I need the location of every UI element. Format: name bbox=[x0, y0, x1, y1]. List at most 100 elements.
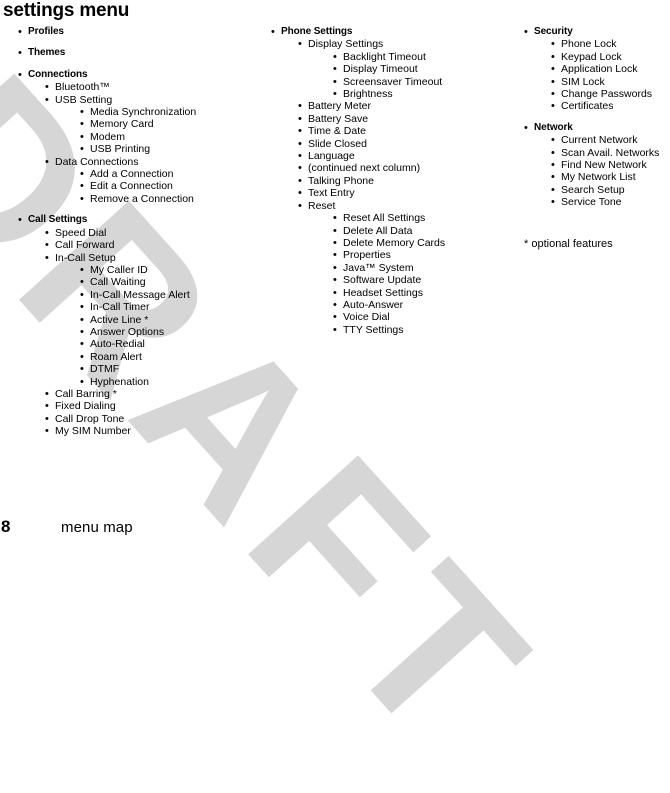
menu-item-label: Language bbox=[308, 150, 355, 163]
menu-item-label: My SIM Number bbox=[55, 425, 131, 438]
menu-item: • Language bbox=[268, 150, 500, 162]
menu-item: • Service Tone bbox=[521, 196, 670, 208]
bullet-icon: • bbox=[298, 125, 302, 138]
menu-item-label: Data Connections bbox=[55, 155, 139, 168]
menu-item-label: My Caller ID bbox=[90, 263, 148, 276]
menu-item-label: Fixed Dialing bbox=[55, 400, 116, 413]
menu-item: • SIM Lock bbox=[521, 76, 670, 88]
bullet-icon: • bbox=[45, 425, 49, 438]
page-title: settings menu bbox=[3, 0, 130, 21]
menu-item: • In-Call Message Alert bbox=[0, 289, 268, 301]
menu-item-label: (continued next column) bbox=[308, 162, 421, 175]
footer-page-number: 8 bbox=[1, 517, 11, 536]
bullet-icon: • bbox=[333, 212, 337, 225]
bullet-icon: • bbox=[551, 146, 555, 159]
menu-item: • TTY Settings bbox=[268, 324, 500, 336]
menu-item: • (continued next column) bbox=[268, 162, 500, 174]
menu-item-label: Screensaver Timeout bbox=[343, 75, 443, 88]
menu-item: • Battery Save bbox=[268, 113, 500, 125]
bullet-icon: • bbox=[333, 63, 337, 76]
bullet-icon: • bbox=[333, 261, 337, 274]
menu-item-label: Backlight Timeout bbox=[343, 50, 426, 63]
menu-item-label: Reset All Settings bbox=[343, 212, 426, 225]
menu-item-label: Java™ System bbox=[343, 261, 414, 274]
menu-item: • Keypad Lock bbox=[521, 51, 670, 63]
menu-item: • Auto-Answer bbox=[268, 299, 500, 311]
menu-item: • Phone Lock bbox=[521, 38, 670, 50]
bullet-icon: • bbox=[80, 106, 84, 119]
menu-item: • Certificates bbox=[521, 100, 670, 112]
menu-item: • USB Printing bbox=[0, 143, 268, 155]
bullet-icon: • bbox=[18, 214, 22, 227]
menu-item-label: Display Timeout bbox=[343, 63, 418, 76]
menu-item-label: Hyphenation bbox=[90, 375, 149, 388]
menu-item-label: Properties bbox=[343, 249, 391, 262]
menu-item: • Reset bbox=[268, 200, 500, 212]
bullet-icon: • bbox=[551, 75, 555, 88]
bullet-icon: • bbox=[45, 93, 49, 106]
bullet-icon: • bbox=[80, 263, 84, 276]
menu-item: • My Network List bbox=[521, 171, 670, 183]
menu-group-label: Themes bbox=[28, 47, 66, 59]
menu-item: • Memory Card bbox=[0, 118, 268, 130]
menu-item-label: Keypad Lock bbox=[561, 50, 622, 63]
bullet-icon: • bbox=[45, 251, 49, 264]
menu-item-label: In-Call Setup bbox=[55, 251, 116, 264]
menu-item: • Current Network bbox=[521, 134, 670, 146]
bullet-icon: • bbox=[18, 47, 22, 60]
bullet-icon: • bbox=[333, 224, 337, 237]
menu-item: • In-Call Timer bbox=[0, 301, 268, 313]
menu-group-label: Network bbox=[534, 121, 573, 133]
bullet-icon: • bbox=[80, 363, 84, 376]
menu-item-label: Talking Phone bbox=[308, 174, 374, 187]
bullet-icon: • bbox=[80, 168, 84, 181]
menu-item-label: Headset Settings bbox=[343, 286, 423, 299]
menu-item: • Hyphenation bbox=[0, 376, 268, 388]
menu-group: • Profiles bbox=[0, 26, 268, 38]
menu-item: • Add a Connection bbox=[0, 168, 268, 180]
menu-item: • DTMF bbox=[0, 363, 268, 375]
bullet-icon: • bbox=[333, 88, 337, 101]
menu-item: • Application Lock bbox=[521, 63, 670, 75]
bullet-icon: • bbox=[551, 63, 555, 76]
menu-item-label: Active Line * bbox=[90, 313, 149, 326]
menu-item: • Answer Options bbox=[0, 326, 268, 338]
menu-item-label: SIM Lock bbox=[561, 75, 605, 88]
bullet-icon: • bbox=[333, 236, 337, 249]
menu-item: • Delete All Data bbox=[268, 225, 500, 237]
bullet-icon: • bbox=[551, 196, 555, 209]
bullet-icon: • bbox=[80, 192, 84, 205]
menu-item-label: Slide Closed bbox=[308, 137, 367, 150]
menu-item-label: Battery Save bbox=[308, 112, 369, 125]
menu-item: • Slide Closed bbox=[268, 138, 500, 150]
menu-group: • Connections bbox=[0, 69, 268, 81]
menu-item: • Properties bbox=[268, 249, 500, 261]
bullet-icon: • bbox=[298, 100, 302, 113]
menu-group-label: Security bbox=[534, 26, 573, 37]
menu-group-label: Connections bbox=[28, 68, 88, 80]
bullet-icon: • bbox=[298, 137, 302, 150]
bullet-icon: • bbox=[298, 150, 302, 163]
menu-item-label: Software Update bbox=[343, 274, 422, 287]
menu-item-label: Service Tone bbox=[561, 196, 622, 209]
bullet-icon: • bbox=[298, 38, 302, 51]
bullet-icon: • bbox=[80, 338, 84, 351]
menu-item: • Call Drop Tone bbox=[0, 413, 268, 425]
bullet-icon: • bbox=[551, 134, 555, 147]
menu-item: • Fixed Dialing bbox=[0, 400, 268, 412]
bullet-icon: • bbox=[45, 226, 49, 239]
bullet-icon: • bbox=[551, 100, 555, 113]
bullet-icon: • bbox=[298, 187, 302, 200]
menu-item-label: Auto-Redial bbox=[90, 338, 145, 351]
bullet-icon: • bbox=[551, 38, 555, 51]
menu-item-label: USB Printing bbox=[90, 143, 151, 156]
menu-item-label: Speed Dial bbox=[55, 226, 107, 239]
menu-item: • My SIM Number bbox=[0, 425, 268, 437]
bullet-icon: • bbox=[551, 88, 555, 101]
menu-group: • Security bbox=[521, 26, 670, 38]
menu-item-label: USB Setting bbox=[55, 93, 113, 106]
bullet-icon: • bbox=[298, 174, 302, 187]
menu-item-label: Phone Lock bbox=[561, 38, 617, 51]
menu-item-label: Call Barring * bbox=[55, 387, 117, 400]
menu-item: • Delete Memory Cards bbox=[268, 237, 500, 249]
